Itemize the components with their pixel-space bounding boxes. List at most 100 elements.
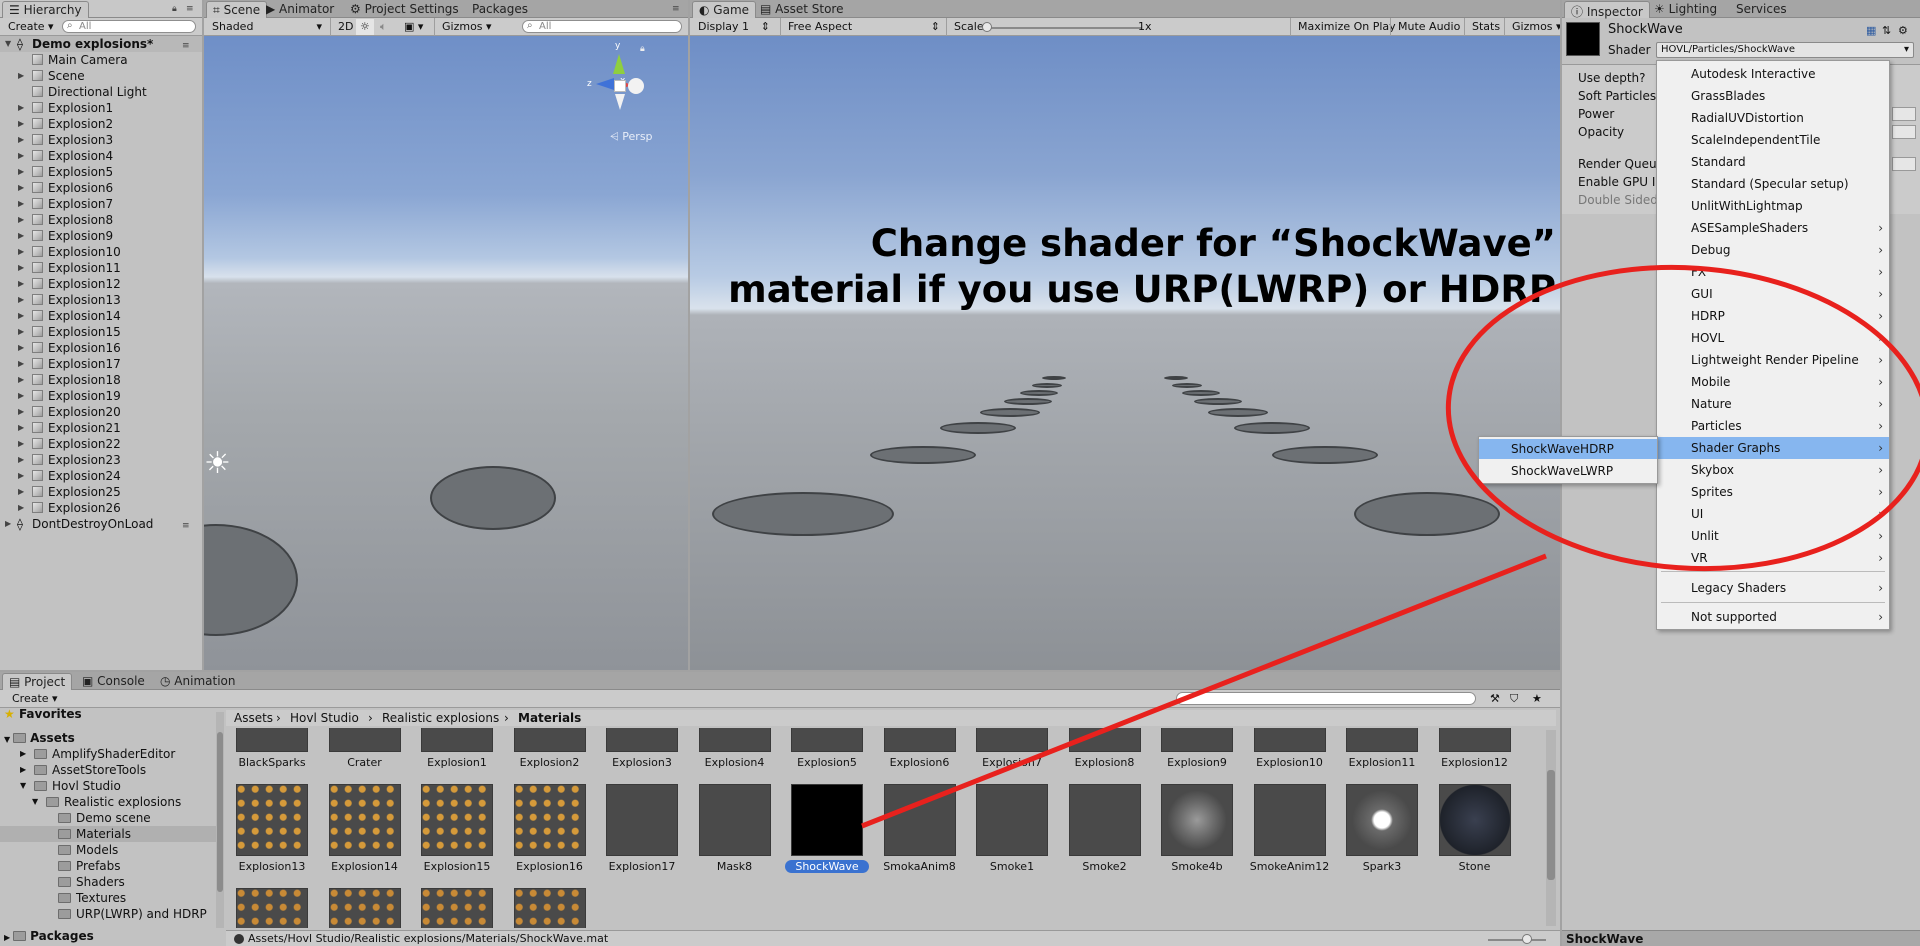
material-thumbnail[interactable]	[421, 784, 493, 856]
scale-slider-track[interactable]	[986, 27, 1142, 29]
expand-arrow-icon[interactable]: ▼	[20, 778, 26, 794]
material-thumbnail[interactable]	[1068, 728, 1141, 752]
expand-arrow-icon[interactable]: ▼	[5, 36, 11, 52]
hierarchy-item[interactable]: ▶ Explosion15	[0, 324, 200, 340]
material-label[interactable]: Explosion4	[689, 756, 781, 769]
hierarchy-item[interactable]: ▶ Explosion12	[0, 276, 200, 292]
material-thumbnail[interactable]	[421, 728, 493, 752]
expand-arrow-icon[interactable]: ▶	[5, 516, 11, 532]
project-tree-item[interactable]: Textures	[0, 890, 216, 906]
material-label[interactable]: Explosion2	[504, 756, 596, 769]
shader-menu-item[interactable]: Mobile ›	[1657, 371, 1889, 393]
create-button[interactable]: Create ▾	[4, 19, 58, 35]
material-thumbnail[interactable]	[698, 728, 771, 752]
expand-arrow-icon[interactable]: ▶	[18, 68, 24, 84]
shader-menu-item[interactable]: ASESampleShaders ›	[1657, 217, 1889, 239]
expand-arrow-icon[interactable]: ▼	[4, 735, 13, 744]
mode-2d-toggle[interactable]: 2D	[334, 19, 357, 35]
tab-scene[interactable]: ⌗ Scene	[206, 1, 268, 18]
breadcrumb-realistic-explosions[interactable]: Realistic explosions	[382, 710, 499, 726]
hierarchy-item[interactable]: ▶ Explosion10	[0, 244, 200, 260]
expand-arrow-icon[interactable]: ▶	[18, 148, 24, 164]
shader-menu-item[interactable]: Shader Graphs ›	[1657, 437, 1889, 459]
expand-arrow-icon[interactable]: ▶	[18, 260, 24, 276]
material-label[interactable]: Explosion7	[966, 756, 1058, 769]
material-label[interactable]: BlackSparks	[226, 756, 318, 769]
expand-arrow-icon[interactable]: ▶	[18, 164, 24, 180]
material-label[interactable]: Spark3	[1336, 860, 1428, 873]
expand-arrow-icon[interactable]: ▶	[18, 196, 24, 212]
material-thumbnail[interactable]	[1438, 728, 1511, 752]
project-tree-item[interactable]: ▶ AmplifyShaderEditor	[0, 746, 216, 762]
shader-dropdown[interactable]: HOVL/Particles/ShockWave ▾	[1656, 42, 1914, 58]
display-dropdown[interactable]: Display 1 ⇕	[694, 19, 774, 35]
hierarchy-item[interactable]: ▶ Explosion2	[0, 116, 200, 132]
project-search-input[interactable]	[1176, 692, 1476, 705]
grid-scrollbar[interactable]	[1546, 730, 1556, 926]
material-thumbnail[interactable]	[1161, 784, 1233, 856]
material-thumbnail[interactable]	[1346, 728, 1418, 752]
material-label[interactable]: Smoke4b	[1151, 860, 1243, 873]
scene-viewport[interactable]: ☀ y z x 🔒︎ ⩤ Persp	[204, 36, 688, 670]
material-thumbnail[interactable]	[1253, 728, 1326, 752]
shader-menu-item[interactable]: Lightweight Render Pipeline ›	[1657, 349, 1889, 371]
material-thumbnail[interactable]	[883, 728, 956, 752]
expand-arrow-icon[interactable]: ▶	[18, 308, 24, 324]
material-thumbnail[interactable]	[883, 784, 956, 856]
expand-arrow-icon[interactable]: ▶	[18, 484, 24, 500]
shader-menu-item[interactable]: Standard (Specular setup)	[1657, 173, 1889, 195]
expand-arrow-icon[interactable]: ▶	[18, 292, 24, 308]
zoom-slider-track[interactable]	[1488, 939, 1546, 941]
project-tree-item[interactable]: Models	[0, 842, 216, 858]
material-label[interactable]: Explosion11	[1336, 756, 1428, 769]
shader-menu-item[interactable]: ScaleIndependentTile	[1657, 129, 1889, 151]
scale-slider-thumb[interactable]	[982, 22, 992, 32]
expand-arrow-icon[interactable]: ▶	[18, 388, 24, 404]
tree-scrollbar[interactable]	[216, 712, 224, 928]
material-thumbnail[interactable]	[513, 728, 586, 752]
material-thumbnail[interactable]	[328, 784, 401, 856]
material-label[interactable]: Smoke1	[966, 860, 1058, 873]
expand-arrow-icon[interactable]: ▼	[32, 794, 38, 810]
panel-menu-icon[interactable]: ≡	[186, 4, 194, 14]
shader-menu-item[interactable]: UI ›	[1657, 503, 1889, 525]
tab-inspector[interactable]: ⓘ Inspector	[1564, 1, 1650, 19]
project-tree-item[interactable]: ▶ AssetStoreTools	[0, 762, 216, 778]
hierarchy-item[interactable]: ▶ Explosion13	[0, 292, 200, 308]
shader-menu-item[interactable]: Autodesk Interactive	[1657, 63, 1889, 85]
assets-row[interactable]: ▼ Assets	[4, 730, 75, 746]
material-thumbnail[interactable]	[1068, 784, 1141, 856]
gizmo-lock-icon[interactable]: 🔒︎	[640, 44, 645, 54]
shader-menu-item[interactable]: GUI ›	[1657, 283, 1889, 305]
shader-menu-item[interactable]: UnlitWithLightmap	[1657, 195, 1889, 217]
expand-arrow-icon[interactable]: ▶	[18, 276, 24, 292]
dont-destroy-on-load-root[interactable]: ▶ ⟠ DontDestroyOnLoad ≡	[0, 516, 202, 532]
material-label[interactable]: Explosion1	[411, 756, 503, 769]
tab-game[interactable]: ◐ Game	[692, 1, 757, 18]
shader-menu-item[interactable]: Particles ›	[1657, 415, 1889, 437]
orientation-gizmo[interactable]: y z x 🔒︎	[587, 41, 646, 114]
expand-arrow-icon[interactable]: ▶	[18, 340, 24, 356]
material-thumbnail[interactable]	[791, 784, 863, 856]
create-button[interactable]: Create ▾	[8, 691, 62, 707]
prop-field[interactable]	[1892, 157, 1916, 171]
scene-menu-icon[interactable]: ≡	[182, 518, 190, 534]
shader-menu-item[interactable]: Nature ›	[1657, 393, 1889, 415]
lighting-toggle-icon[interactable]: ☼	[356, 19, 374, 35]
hierarchy-item[interactable]: ▶ Explosion24	[0, 468, 200, 484]
hierarchy-item[interactable]: ▶ Explosion16	[0, 340, 200, 356]
hierarchy-item[interactable]: ▶ Explosion5	[0, 164, 200, 180]
audio-toggle-icon[interactable]: 🔈︎	[376, 19, 391, 35]
expand-arrow-icon[interactable]: ▶	[18, 500, 24, 516]
expand-arrow-icon[interactable]: ▶	[18, 100, 24, 116]
material-thumbnail[interactable]	[976, 784, 1048, 856]
panel-menu-icon[interactable]: ≡	[672, 4, 680, 14]
shader-menu-item[interactable]: HDRP ›	[1657, 305, 1889, 327]
hierarchy-item[interactable]: ▶ Explosion17	[0, 356, 200, 372]
hierarchy-item[interactable]: ▶ Explosion22	[0, 436, 200, 452]
expand-arrow-icon[interactable]: ▶	[18, 404, 24, 420]
material-label[interactable]: Explosion5	[781, 756, 873, 769]
tab-project[interactable]: ▤ Project	[2, 673, 73, 690]
shader-menu-item[interactable]: Debug ›	[1657, 239, 1889, 261]
tab-project-settings[interactable]: ⚙ Project Settings	[344, 1, 465, 18]
